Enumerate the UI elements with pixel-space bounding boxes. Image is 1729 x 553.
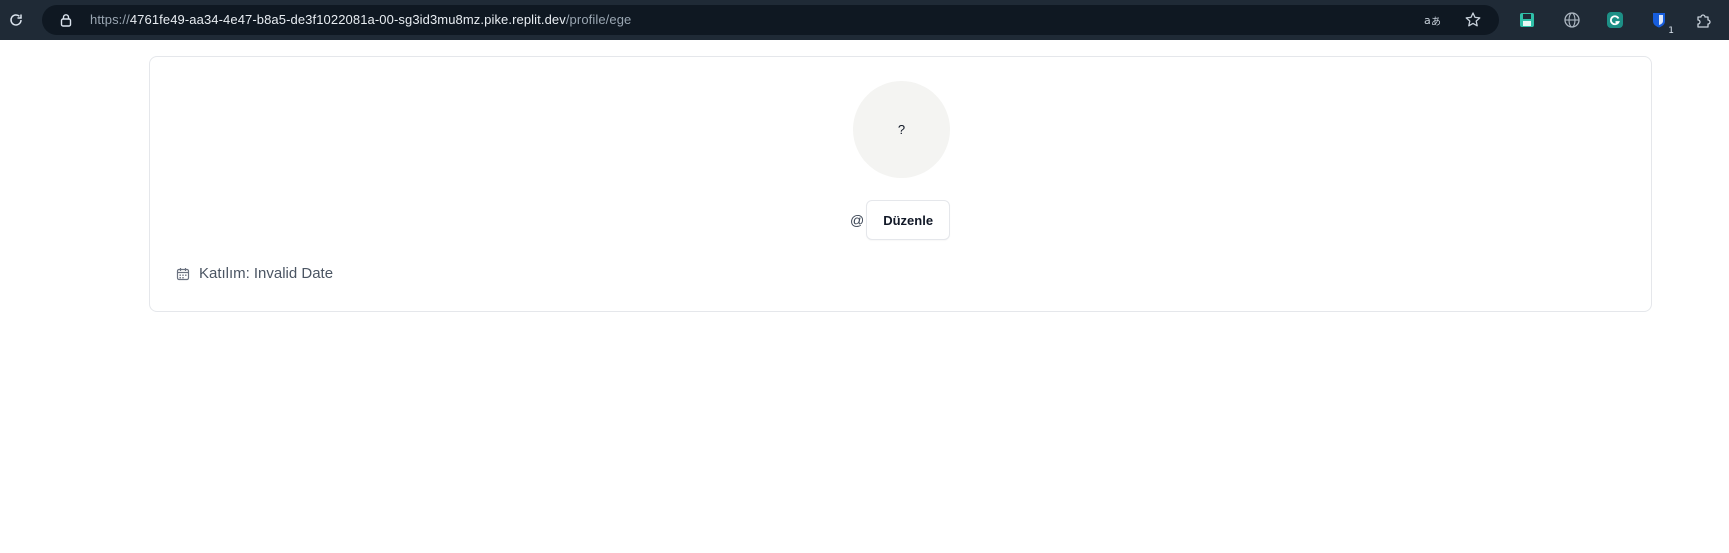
url-text[interactable]: https://4761fe49-aa34-4e47-b8a5-de3f1022… xyxy=(90,12,631,28)
avatar-placeholder: ? xyxy=(897,122,906,137)
svg-text:a: a xyxy=(1424,14,1431,27)
browser-toolbar: https://4761fe49-aa34-4e47-b8a5-de3f1022… xyxy=(0,0,1729,40)
reload-icon[interactable] xyxy=(5,9,27,31)
url-host: 4761fe49-aa34-4e47-b8a5-de3f1022081a-00-… xyxy=(129,12,566,27)
grammarly-extension-icon[interactable] xyxy=(1604,9,1626,31)
edit-profile-button[interactable]: Düzenle xyxy=(866,200,951,240)
calendar-icon xyxy=(175,266,191,282)
star-icon[interactable] xyxy=(1464,11,1482,29)
joined-label: Katılım: xyxy=(199,265,250,282)
globe-extension-icon[interactable] xyxy=(1561,9,1583,31)
lock-icon[interactable] xyxy=(58,12,74,28)
joined-value: Invalid Date xyxy=(253,265,334,282)
translate-icon[interactable]: a あ xyxy=(1424,11,1442,29)
at-sign: @ xyxy=(850,212,865,228)
svg-text:あ: あ xyxy=(1431,16,1441,28)
address-bar[interactable]: https://4761fe49-aa34-4e47-b8a5-de3f1022… xyxy=(42,5,1499,35)
save-extension-icon[interactable] xyxy=(1516,9,1538,31)
url-path: /profile/ege xyxy=(565,12,632,27)
profile-card: ? @ Düzenle Katılım: Invalid Date xyxy=(149,56,1652,312)
bitwarden-extension-icon[interactable]: 1 xyxy=(1648,9,1674,36)
profile-handle-row: @ Düzenle xyxy=(850,200,951,240)
avatar: ? xyxy=(853,81,950,178)
url-scheme: https:// xyxy=(90,12,130,27)
puzzle-extensions-icon[interactable] xyxy=(1693,9,1715,31)
joined-date: Katılım: Invalid Date xyxy=(175,265,333,282)
extension-badge: 1 xyxy=(1668,26,1674,36)
